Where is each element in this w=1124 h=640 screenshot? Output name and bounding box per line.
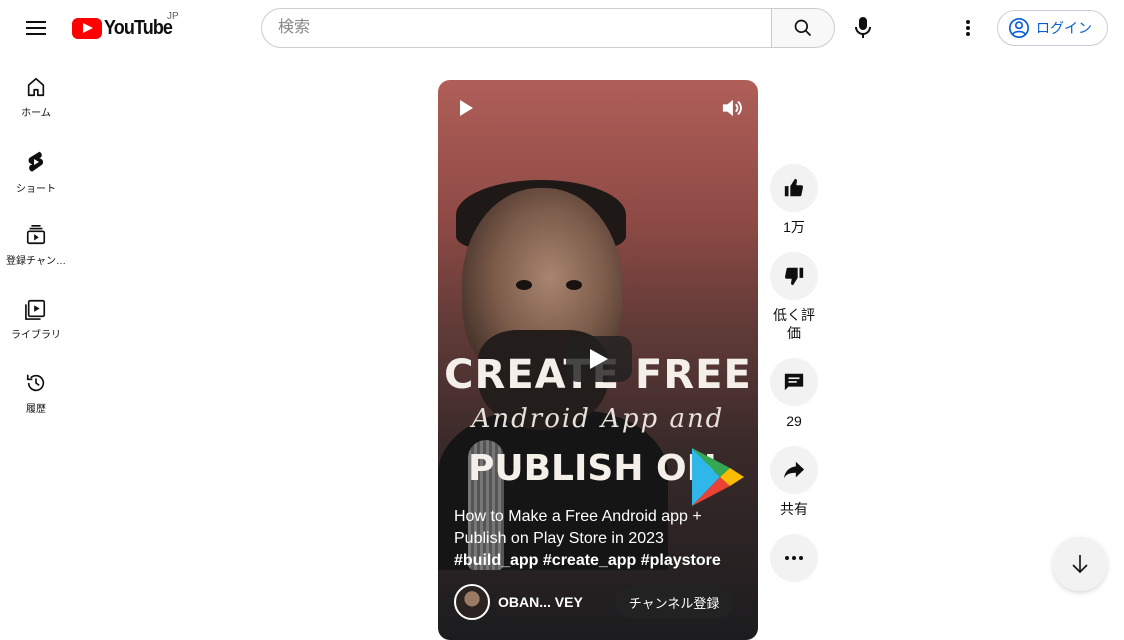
sidebar-item-shorts[interactable]: ショート (0, 130, 72, 204)
sidebar-item-label: ライブラリ (11, 330, 61, 341)
sidebar: ホーム ショート 登録チャン… ライブラリ 履歴 (0, 56, 72, 426)
channel-row: OBAN... VEY チャンネル登録 (454, 584, 734, 620)
overlay-title-line2: Android App and (471, 404, 725, 434)
volume-icon (722, 99, 742, 117)
search-bar (261, 8, 835, 48)
like-count: 1万 (783, 219, 805, 235)
account-icon (1009, 18, 1029, 38)
login-label: ログイン (1036, 20, 1092, 36)
hamburger-icon (26, 21, 46, 35)
like-button[interactable] (770, 164, 818, 212)
shorts-video-player[interactable]: CREATE FREE Android App and PUBLISH ON H… (438, 80, 758, 640)
thumbs-down-icon (784, 267, 804, 286)
region-code: JP (167, 11, 179, 22)
search-button[interactable] (771, 8, 835, 48)
sidebar-item-library[interactable]: ライブラリ (0, 278, 72, 352)
center-play-button[interactable] (566, 336, 632, 382)
sidebar-item-label: ホーム (21, 108, 51, 119)
youtube-logo[interactable]: YouTube JP (72, 11, 180, 42)
channel-name[interactable]: OBAN... VEY (498, 594, 583, 610)
menu-button[interactable] (16, 8, 56, 48)
google-play-logo-icon (692, 448, 744, 506)
horizontal-dots-icon (785, 556, 803, 560)
shorts-icon (28, 151, 44, 172)
top-bar: YouTube JP ログイン (0, 0, 1124, 56)
sidebar-item-label: 履歴 (26, 404, 46, 415)
voice-search-button[interactable] (843, 8, 883, 48)
comment-icon (784, 373, 804, 391)
share-button[interactable] (770, 446, 818, 494)
microphone-icon (855, 17, 871, 38)
share-label: 共有 (780, 501, 808, 517)
logo-text: YouTube (104, 16, 173, 39)
more-actions-button[interactable] (770, 534, 818, 582)
more-action (770, 534, 818, 582)
play-icon (460, 100, 473, 116)
video-caption: How to Make a Free Android app + Publish… (454, 506, 744, 572)
vertical-dots-icon (966, 20, 970, 36)
sidebar-item-subscriptions[interactable]: 登録チャン… (0, 204, 72, 278)
sidebar-item-home[interactable]: ホーム (0, 56, 72, 130)
comments-button[interactable] (770, 358, 818, 406)
dislike-label: 低く評価 (773, 307, 815, 341)
video-title: How to Make a Free Android app + Publish… (454, 508, 702, 547)
search-input[interactable] (261, 8, 772, 48)
video-hashtags[interactable]: #build_app #create_app #playstore (454, 550, 744, 572)
history-icon (26, 374, 45, 392)
library-icon (25, 299, 46, 320)
subscriptions-icon (26, 225, 46, 245)
channel-avatar[interactable] (454, 584, 490, 620)
shorts-actions: 1万 低く評価 29 共有 (770, 164, 818, 598)
home-icon (27, 77, 45, 97)
search-icon (794, 19, 812, 37)
dislike-button[interactable] (770, 252, 818, 300)
volume-button[interactable] (718, 94, 746, 122)
play-icon (590, 349, 608, 369)
like-action: 1万 (770, 164, 818, 236)
comment-action: 29 (770, 358, 818, 430)
dislike-action: 低く評価 (770, 252, 818, 342)
video-thumbnail-person (438, 180, 668, 570)
youtube-logo-icon (72, 17, 102, 39)
sidebar-item-label: ショート (16, 184, 56, 195)
sidebar-item-label: 登録チャン… (6, 256, 66, 267)
more-options-button[interactable] (948, 8, 988, 48)
thumbs-up-icon (784, 178, 804, 197)
share-icon (783, 461, 805, 479)
sidebar-item-history[interactable]: 履歴 (0, 352, 72, 426)
next-video-button[interactable] (1053, 537, 1107, 591)
play-button[interactable] (452, 94, 480, 122)
comment-count: 29 (786, 413, 802, 429)
login-button[interactable]: ログイン (997, 10, 1108, 46)
arrow-down-icon (1072, 555, 1088, 574)
share-action: 共有 (770, 446, 818, 518)
subscribe-button[interactable]: チャンネル登録 (614, 586, 734, 618)
